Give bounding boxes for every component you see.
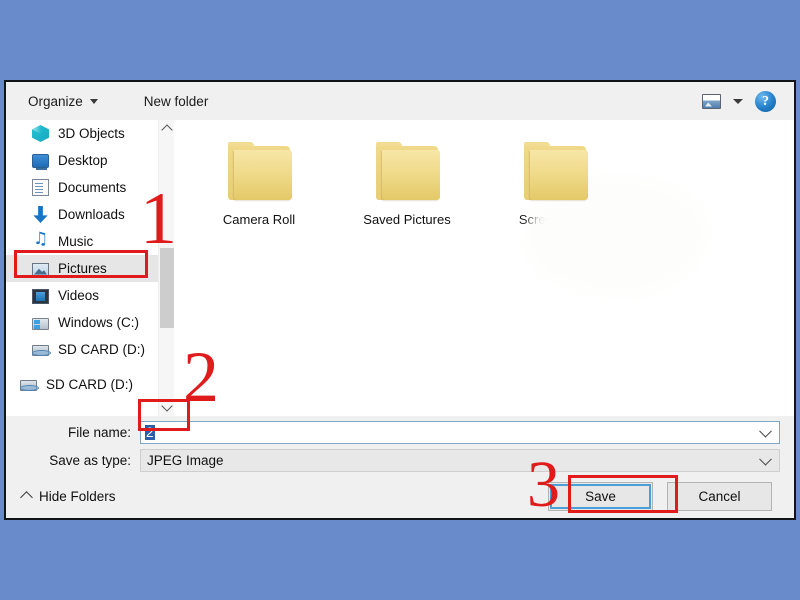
save-as-type-value: JPEG Image: [147, 453, 224, 468]
chevron-down-icon[interactable]: [759, 452, 772, 466]
picture-view-icon[interactable]: [702, 93, 721, 109]
file-name-label: File name:: [67, 425, 131, 440]
sidebar-item-desktop[interactable]: Desktop: [6, 147, 158, 174]
sidebar-item-documents[interactable]: Documents: [6, 174, 158, 201]
scroll-down-button[interactable]: [159, 399, 174, 416]
chevron-down-icon: [89, 98, 98, 104]
file-item-saved-pictures[interactable]: Saved Pictures: [348, 142, 466, 227]
sidebar-item-label: Desktop: [58, 153, 108, 168]
new-folder-button[interactable]: New folder: [136, 90, 217, 113]
sidebar-item-music[interactable]: Music: [6, 228, 158, 255]
folder-icon: [522, 142, 588, 202]
video-icon: [32, 288, 49, 304]
document-icon: [32, 179, 49, 196]
dialog-body: 3D Objects Desktop Documents Downloads ♫…: [6, 120, 794, 416]
folder-icon: [226, 142, 292, 202]
music-note-icon: [32, 229, 49, 250]
file-item-camera-roll[interactable]: Camera Roll: [200, 142, 318, 227]
help-icon[interactable]: ?: [755, 90, 776, 112]
sidebar-item-label: Music: [58, 234, 94, 249]
dialog-footer: Hide Folders Save Cancel: [6, 474, 794, 518]
organize-label: Organize: [28, 93, 83, 109]
save-button[interactable]: Save: [548, 481, 653, 511]
monitor-icon: [32, 154, 49, 170]
hide-folders-label: Hide Folders: [39, 488, 116, 504]
download-arrow-icon: [33, 206, 48, 223]
save-as-dialog: Organize New folder ? 3D Objects Desktop…: [4, 80, 796, 520]
chevron-up-icon: [20, 491, 33, 504]
folder-icon: [374, 142, 440, 202]
hide-folders-button[interactable]: Hide Folders: [20, 488, 116, 504]
chevron-down-icon: [160, 400, 173, 412]
picture-icon: [32, 262, 49, 277]
sidebar-item-label: SD CARD (D:): [58, 342, 145, 357]
sidebar-item-pictures[interactable]: Pictures: [6, 255, 158, 282]
new-folder-label: New folder: [143, 93, 209, 109]
navigation-pane: 3D Objects Desktop Documents Downloads ♫…: [6, 120, 174, 416]
organize-button[interactable]: Organize: [20, 90, 106, 113]
chevron-up-icon: [160, 124, 173, 136]
sidebar-item-3d-objects[interactable]: 3D Objects: [6, 120, 158, 147]
cancel-button[interactable]: Cancel: [667, 481, 772, 511]
hard-drive-icon: [32, 318, 49, 330]
save-as-type-label: Save as type:: [49, 453, 131, 468]
sidebar-item-label: Videos: [58, 288, 100, 303]
sidebar-scrollbar[interactable]: [158, 120, 174, 416]
toolbar-right-group: ?: [702, 90, 794, 112]
scroll-up-button[interactable]: [159, 120, 174, 137]
chevron-down-icon[interactable]: [733, 98, 743, 104]
chevron-down-icon[interactable]: [759, 424, 772, 438]
file-name-input[interactable]: 2: [140, 421, 780, 444]
file-name-row: File name: 2: [6, 420, 794, 445]
sidebar-item-sd-card-d[interactable]: SD CARD (D:): [6, 336, 158, 363]
sidebar-item-label: 3D Objects: [58, 126, 125, 141]
footer-buttons: Save Cancel: [548, 481, 794, 511]
save-as-type-row: Save as type: JPEG Image: [6, 448, 794, 473]
sidebar-item-label: Documents: [58, 180, 127, 195]
dialog-fields: File name: 2 Save as type: JPEG Image: [6, 416, 794, 474]
navigation-list: 3D Objects Desktop Documents Downloads ♫…: [6, 120, 158, 416]
file-item-screenshots[interactable]: Screenshots: [496, 142, 614, 227]
scrollbar-thumb[interactable]: [160, 248, 174, 328]
file-item-label: Screenshots: [518, 212, 592, 227]
dialog-toolbar: Organize New folder ?: [6, 82, 794, 120]
sidebar-item-label: SD CARD (D:): [46, 377, 133, 392]
cube-icon: [32, 125, 49, 142]
sidebar-item-label: Pictures: [58, 261, 107, 276]
save-as-type-select[interactable]: JPEG Image: [140, 449, 780, 472]
file-item-label: Camera Roll: [222, 212, 296, 227]
removable-drive-icon: [32, 345, 51, 356]
file-list: Camera Roll Saved Pictures Screenshots: [174, 120, 794, 416]
sidebar-item-label: Windows (C:): [58, 315, 140, 330]
sidebar-item-downloads[interactable]: Downloads: [6, 201, 158, 228]
sidebar-item-windows-c[interactable]: Windows (C:): [6, 309, 158, 336]
sidebar-divider: [6, 363, 158, 371]
file-item-label: Saved Pictures: [363, 212, 451, 227]
sidebar-item-label: Downloads: [58, 207, 125, 222]
screenshot-root: Organize New folder ? 3D Objects Desktop…: [0, 0, 800, 600]
sidebar-item-videos[interactable]: Videos: [6, 282, 158, 309]
removable-drive-icon: [20, 380, 39, 391]
sidebar-item-sd-card-d-root[interactable]: SD CARD (D:): [6, 371, 158, 398]
file-name-value: 2: [145, 425, 155, 440]
